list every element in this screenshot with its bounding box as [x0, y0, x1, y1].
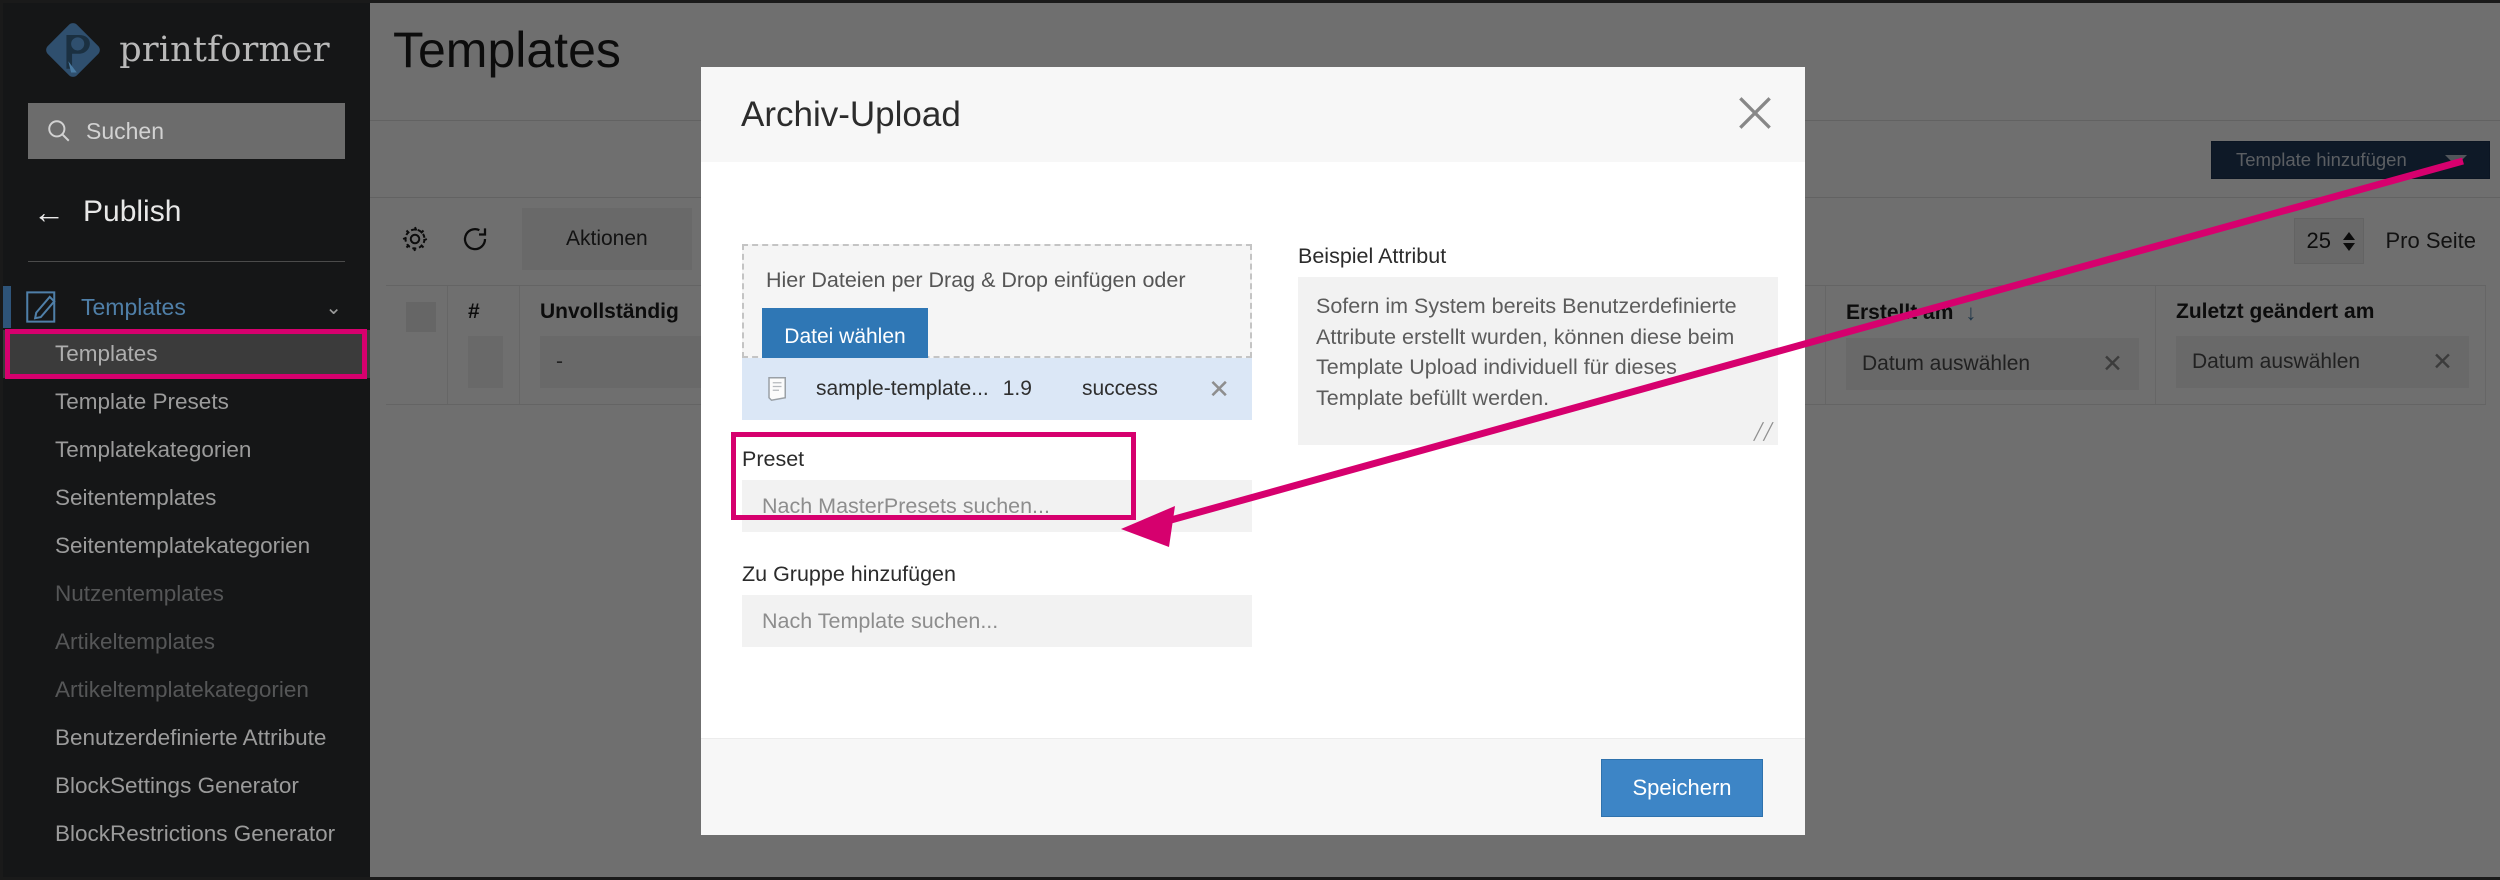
back-to-publish[interactable]: ← Publish: [33, 195, 370, 229]
preset-placeholder: Nach MasterPresets suchen...: [762, 494, 1050, 519]
search-placeholder: Suchen: [86, 118, 164, 145]
sidebar: printformer Suchen ← Publish Templates ⌄…: [3, 3, 370, 877]
save-button[interactable]: Speichern: [1601, 759, 1763, 817]
dialog-footer: Speichern: [701, 738, 1805, 835]
sidebar-item-label: Seitentemplates: [55, 485, 216, 511]
sidebar-item-seitentemplatekategorien[interactable]: Seitentemplatekategorien: [3, 522, 370, 570]
remove-file-icon[interactable]: ✕: [1208, 374, 1230, 405]
save-label: Speichern: [1632, 775, 1731, 801]
dialog-header: Archiv-Upload: [701, 67, 1805, 162]
archiv-upload-dialog: Archiv-Upload Hier Dateien per Drag & Dr…: [701, 67, 1805, 835]
resize-handle-icon[interactable]: ╱╱: [1754, 422, 1773, 442]
sidebar-item-benutzerdefinierte-attribute[interactable]: Benutzerdefinierte Attribute: [3, 714, 370, 762]
file-dropzone[interactable]: Hier Dateien per Drag & Drop einfügen od…: [742, 244, 1252, 358]
active-group-bar: [3, 286, 11, 328]
sidebar-item-artikeltemplatekategorien[interactable]: Artikeltemplatekategorien: [3, 666, 370, 714]
group-placeholder: Nach Template suchen...: [762, 609, 998, 634]
sidebar-item-label: Templatekategorien: [55, 437, 251, 463]
preset-input[interactable]: Nach MasterPresets suchen...: [742, 480, 1252, 532]
search-input[interactable]: Suchen: [28, 103, 345, 159]
attribute-value: Sofern im System bereits Benutzerdefinie…: [1316, 291, 1760, 413]
preset-field: Preset Nach MasterPresets suchen...: [742, 447, 1252, 532]
dropzone-label: Hier Dateien per Drag & Drop einfügen od…: [766, 268, 1185, 293]
file-icon: [764, 374, 794, 404]
sidebar-item-seitentemplates[interactable]: Seitentemplates: [3, 474, 370, 522]
sidebar-item-label: Templates: [55, 341, 158, 367]
preset-label: Preset: [742, 447, 1252, 472]
brand-logo[interactable]: printformer: [3, 3, 370, 87]
sidebar-item-label: Artikeltemplates: [55, 629, 215, 655]
group-field: Zu Gruppe hinzufügen Nach Template suche…: [742, 562, 1252, 647]
publish-label: Publish: [83, 195, 181, 229]
sidebar-item-label: Artikeltemplatekategorien: [55, 677, 309, 703]
attribute-label: Beispiel Attribut: [1298, 244, 1778, 269]
sidebar-item-blockrestrictions-generator[interactable]: BlockRestrictions Generator: [3, 810, 370, 858]
group-label: Zu Gruppe hinzufügen: [742, 562, 1252, 587]
sidebar-group-label: Templates: [81, 294, 186, 321]
printformer-logo-icon: [43, 20, 103, 80]
sidebar-item-label: BlockSettings Generator: [55, 773, 299, 799]
chevron-down-icon[interactable]: ⌄: [325, 295, 342, 320]
brand-name: printformer: [119, 30, 330, 70]
uploaded-file-row: sample-template... 1.9 success ✕: [742, 358, 1252, 420]
group-input[interactable]: Nach Template suchen...: [742, 595, 1252, 647]
sidebar-item-template-presets[interactable]: Template Presets: [3, 378, 370, 426]
sidebar-item-label: Template Presets: [55, 389, 229, 415]
dialog-body: Hier Dateien per Drag & Drop einfügen od…: [701, 162, 1805, 738]
file-status: success: [1082, 377, 1158, 401]
search-icon: [46, 118, 72, 144]
dialog-title: Archiv-Upload: [741, 95, 961, 135]
sidebar-item-templatekategorien[interactable]: Templatekategorien: [3, 426, 370, 474]
sidebar-divider: [28, 261, 345, 262]
sidebar-item-label: BlockRestrictions Generator: [55, 821, 335, 847]
sidebar-item-artikeltemplates[interactable]: Artikeltemplates: [3, 618, 370, 666]
close-icon[interactable]: [1733, 91, 1777, 135]
attribute-textarea[interactable]: Sofern im System bereits Benutzerdefinie…: [1298, 277, 1778, 445]
app-window: printformer Suchen ← Publish Templates ⌄…: [0, 0, 2500, 880]
arrow-left-icon: ←: [33, 196, 65, 228]
file-size: 1.9: [1003, 377, 1032, 401]
sidebar-item-templates[interactable]: Templates: [3, 330, 370, 378]
sidebar-item-label: Seitentemplatekategorien: [55, 533, 310, 559]
sidebar-group-templates[interactable]: Templates ⌄: [3, 284, 370, 330]
sidebar-item-label: Benutzerdefinierte Attribute: [55, 725, 326, 751]
attribute-block: Beispiel Attribut Sofern im System berei…: [1298, 244, 1778, 445]
sidebar-item-blocksettings-generator[interactable]: BlockSettings Generator: [3, 762, 370, 810]
sidebar-item-label: Nutzentemplates: [55, 581, 224, 607]
sidebar-item-nutzentemplates[interactable]: Nutzentemplates: [3, 570, 370, 618]
choose-file-label: Datei wählen: [784, 325, 905, 349]
file-name: sample-template...: [816, 377, 989, 401]
edit-template-icon: [25, 290, 61, 324]
